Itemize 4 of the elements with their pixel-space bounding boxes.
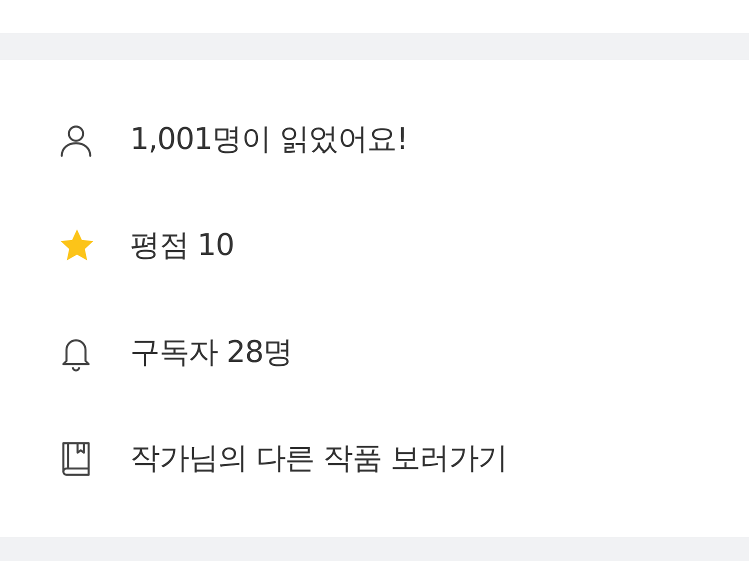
info-text: 평점 10	[130, 227, 234, 266]
info-text[interactable]: 작가님의 다른 작품 보러가기	[130, 430, 508, 487]
info-text: 1,001명이 읽었어요!	[130, 121, 408, 159]
info-text: 구독자 28명	[130, 334, 292, 372]
